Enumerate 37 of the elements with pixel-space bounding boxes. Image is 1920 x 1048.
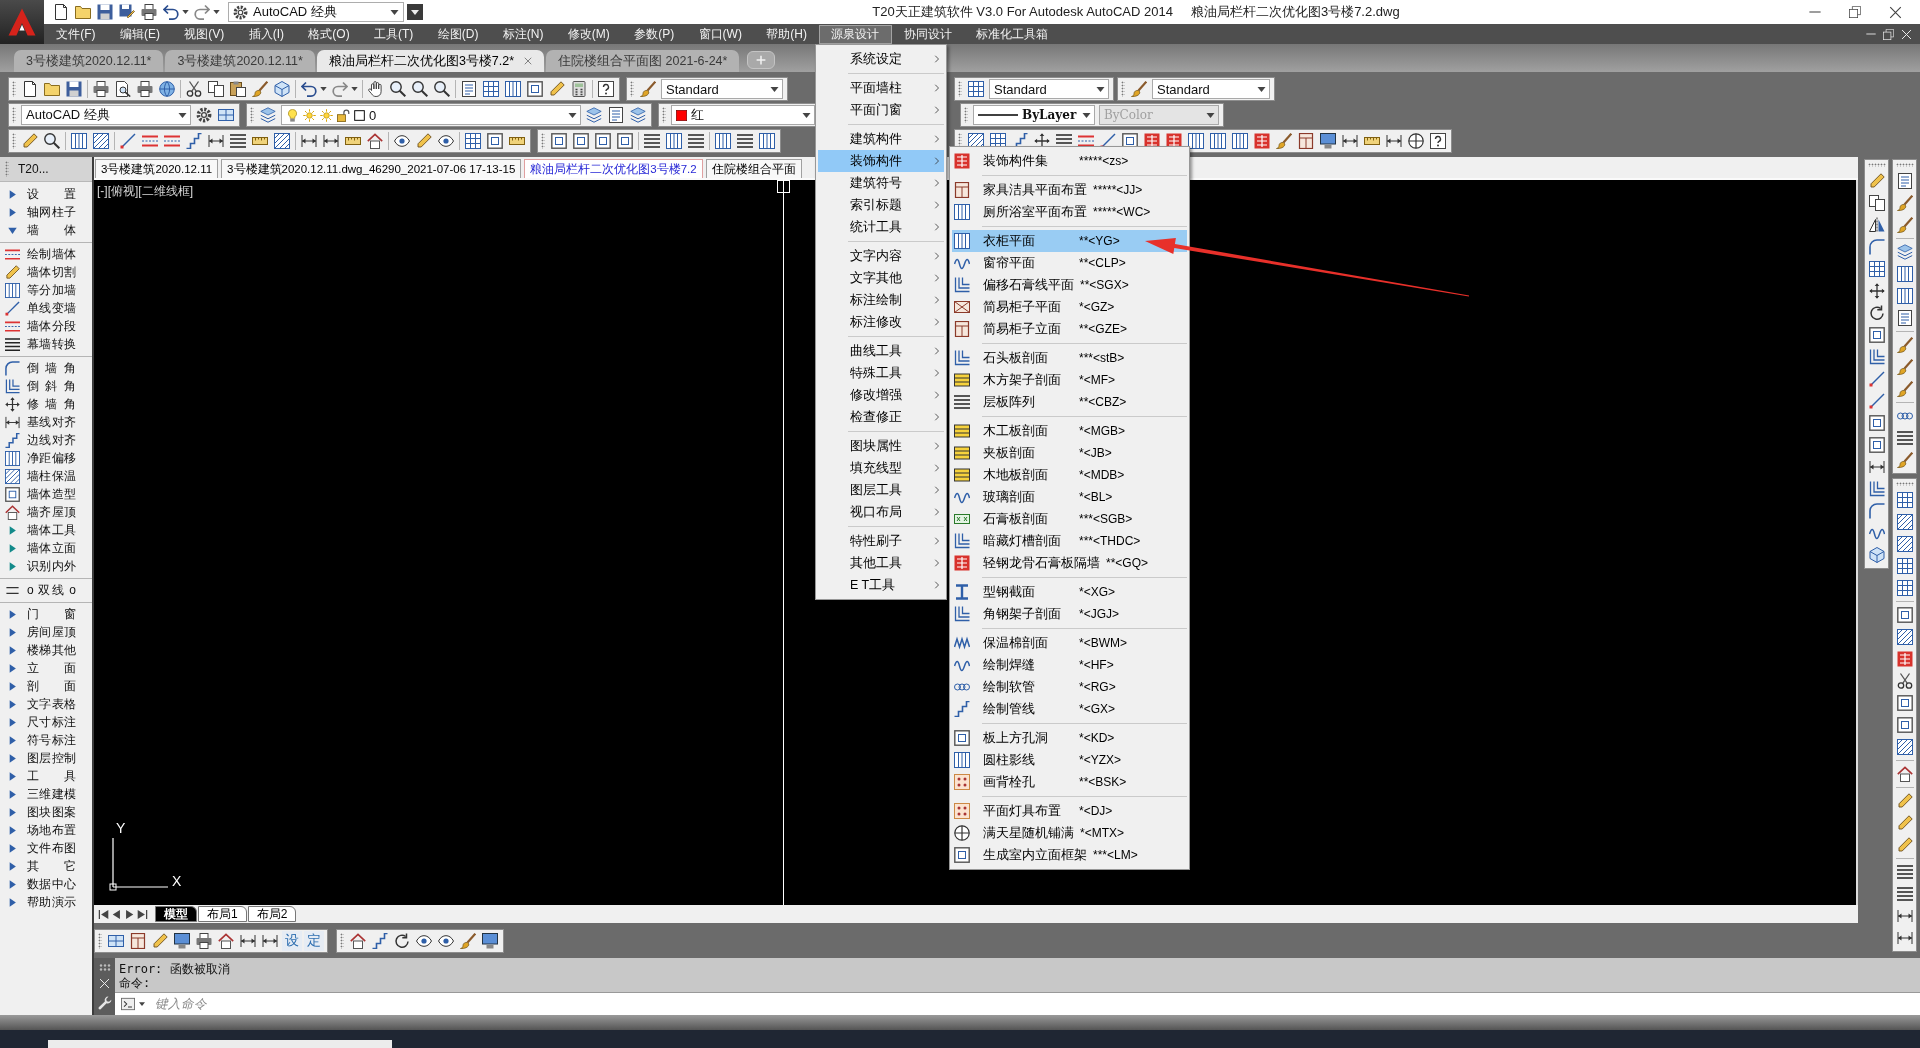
shortcut-text: *<XG> bbox=[1079, 585, 1116, 599]
shortcut-text: *<MTX> bbox=[1080, 826, 1124, 840]
command-history-line: Error: 函数被取消 bbox=[119, 962, 231, 976]
shortcut-text: *<MGB> bbox=[1079, 424, 1126, 438]
shortcut-text: **<YG> bbox=[1079, 234, 1120, 248]
shortcut-text: *****<JJ> bbox=[1093, 183, 1143, 197]
shortcut-text: ***<THDC> bbox=[1079, 534, 1141, 548]
shortcut-text: **<CLP> bbox=[1079, 256, 1126, 270]
shortcut-text: **<GQ> bbox=[1106, 556, 1149, 570]
shortcut-text: *<JB> bbox=[1079, 446, 1112, 460]
shortcut-text: *<GZ> bbox=[1079, 300, 1115, 314]
shortcut-text: *<MF> bbox=[1079, 373, 1115, 387]
shortcut-text: *<BL> bbox=[1079, 490, 1113, 504]
shortcut-text: *****<WC> bbox=[1093, 205, 1151, 219]
shortcut-text: **<SGX> bbox=[1080, 278, 1129, 292]
axis-label: Y bbox=[116, 820, 126, 836]
shortcut-text: ***<stB> bbox=[1079, 351, 1125, 365]
shortcut-text: *<BWM> bbox=[1079, 636, 1127, 650]
shortcut-text: *<RG> bbox=[1079, 680, 1116, 694]
shortcut-text: **<CBZ> bbox=[1079, 395, 1127, 409]
shortcut-text: *<KD> bbox=[1079, 731, 1115, 745]
shortcut-text: *<MDB> bbox=[1079, 468, 1125, 482]
shortcut-text: *<YZX> bbox=[1079, 753, 1122, 767]
shortcut-text: *<DJ> bbox=[1079, 804, 1113, 818]
shortcut-text: **<BSK> bbox=[1079, 775, 1127, 789]
window-title: T20天正建筑软件 V3.0 For Autodesk AutoCAD 2014 bbox=[872, 3, 1173, 21]
shortcut-text: ***<SGB> bbox=[1079, 512, 1133, 526]
axis-label: X bbox=[172, 873, 182, 889]
shortcut-text: *****<zs> bbox=[1079, 154, 1129, 168]
file-name: 粮油局栏杆二次优化图3号楼7.2.dwg bbox=[1190, 3, 1400, 21]
shortcut-text: *<JGJ> bbox=[1079, 607, 1120, 621]
command-history-line: 命令: bbox=[119, 976, 152, 990]
shortcut-text: ***<LM> bbox=[1093, 848, 1138, 862]
shortcut-text: **<GZE> bbox=[1079, 322, 1128, 336]
shortcut-text: *<HF> bbox=[1079, 658, 1114, 672]
shortcut-text: *<GX> bbox=[1079, 702, 1116, 716]
panel-title: T20... bbox=[18, 162, 49, 176]
